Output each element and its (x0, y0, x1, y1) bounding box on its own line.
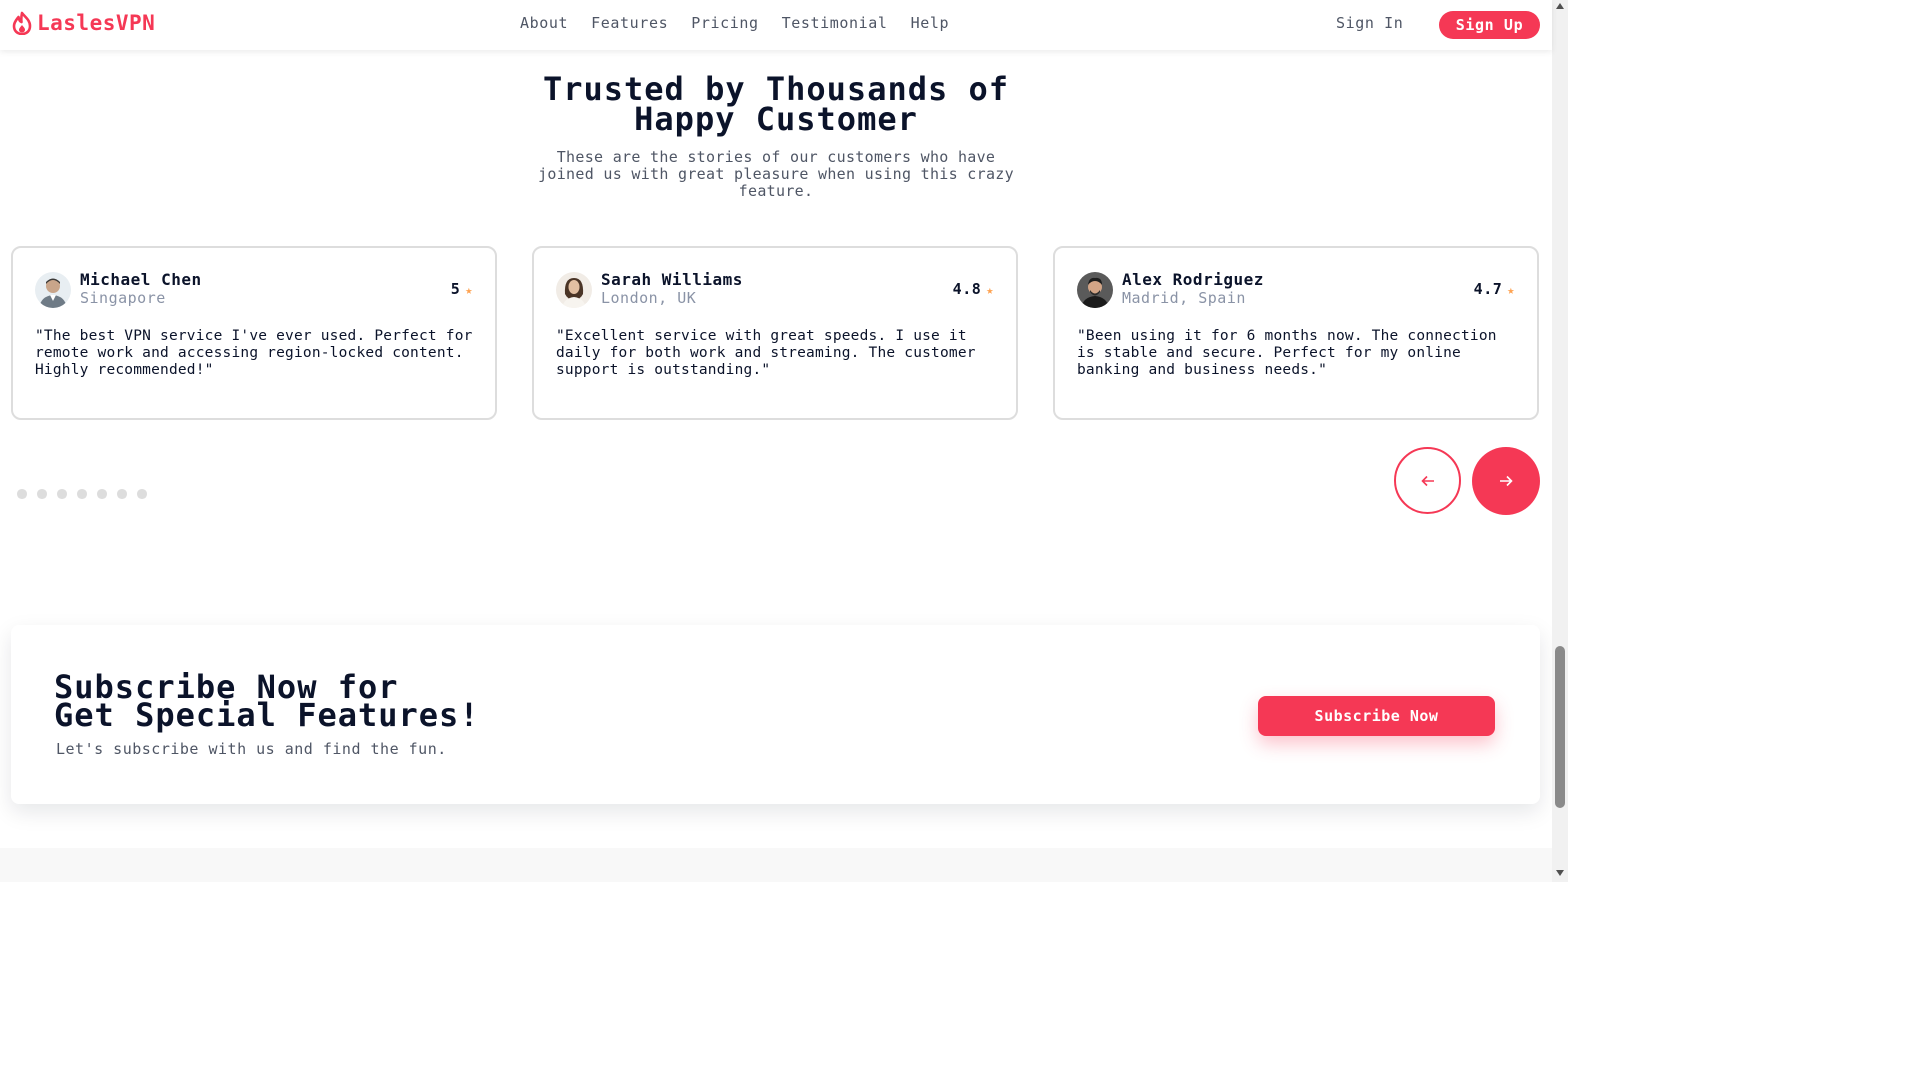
nav-features[interactable]: Features (591, 14, 668, 32)
testimonial-quote: "Been using it for 6 months now. The con… (1077, 328, 1497, 378)
carousel-dot[interactable] (77, 489, 87, 499)
carousel-dots (17, 489, 147, 499)
section-title-line2: Happy Customer (634, 100, 918, 138)
carousel-dot[interactable] (137, 489, 147, 499)
main-nav: About Features Pricing Testimonial Help (520, 14, 949, 32)
reviewer-name: Michael Chen (80, 270, 202, 289)
rating-value: 5 (450, 280, 461, 298)
brand-logo[interactable]: LaslesVPN (11, 11, 155, 35)
star-icon: ★ (465, 283, 473, 297)
scrollbar-thumb[interactable] (1555, 646, 1565, 808)
nav-testimonial[interactable]: Testimonial (782, 14, 888, 32)
section-subtitle: These are the stories of our customers w… (538, 148, 1014, 200)
rating-value: 4.7 (1473, 280, 1503, 298)
nav-about[interactable]: About (520, 14, 568, 32)
carousel-dot[interactable] (57, 489, 67, 499)
reviewer-location: London, UK (601, 289, 697, 307)
nav-help[interactable]: Help (911, 14, 950, 32)
avatar (1077, 272, 1113, 308)
testimonial-quote: "Excellent service with great speeds. I … (556, 328, 976, 378)
testimonial-quote: "The best VPN service I've ever used. Pe… (35, 328, 473, 378)
subscribe-panel: Subscribe Now for Get Special Features! … (11, 625, 1540, 804)
rating: 4.7 ★ (1474, 280, 1515, 298)
rating: 5 ★ (451, 280, 473, 298)
star-icon: ★ (1507, 283, 1515, 297)
arrow-left-icon (1420, 475, 1434, 486)
reviewer-location: Madrid, Spain (1122, 289, 1246, 307)
sign-in-link[interactable]: Sign In (1336, 14, 1403, 32)
subscribe-text: Let's subscribe with us and find the fun… (56, 740, 447, 758)
subscribe-button[interactable]: Subscribe Now (1258, 696, 1495, 736)
page-scrollbar[interactable] (1552, 0, 1568, 882)
footer-band (0, 848, 1552, 882)
carousel-dot[interactable] (37, 489, 47, 499)
reviewer-name: Alex Rodriguez (1122, 270, 1264, 289)
arrow-right-icon (1500, 475, 1513, 487)
section-title: Trusted by Thousands of Happy Customer (0, 73, 1552, 138)
flame-logo-icon (12, 11, 32, 35)
carousel-next-button[interactable] (1472, 447, 1540, 515)
nav-pricing[interactable]: Pricing (691, 14, 758, 32)
testimonial-card: Michael Chen Singapore 5 ★ "The best VPN … (11, 246, 497, 420)
carousel-prev-button[interactable] (1394, 447, 1461, 514)
reviewer-name: Sarah Williams (601, 270, 743, 289)
carousel-dot[interactable] (117, 489, 127, 499)
brand-name: LaslesVPN (37, 11, 156, 35)
scroll-down-arrow-icon[interactable] (1556, 870, 1564, 876)
testimonial-card: Alex Rodriguez Madrid, Spain 4.7 ★ "Been … (1053, 246, 1539, 420)
carousel-dot[interactable] (17, 489, 27, 499)
rating-value: 4.8 (952, 280, 982, 298)
avatar (556, 272, 592, 308)
subscribe-title: Subscribe Now for Get Special Features! (54, 671, 480, 734)
rating: 4.8 ★ (953, 280, 994, 298)
carousel-dot[interactable] (97, 489, 107, 499)
testimonial-card: Sarah Williams London, UK 4.8 ★ "Excellen… (532, 246, 1018, 420)
site-header: LaslesVPN About Features Pricing Testimo… (0, 0, 1552, 50)
sign-up-button[interactable]: Sign Up (1439, 11, 1540, 39)
star-icon: ★ (986, 283, 994, 297)
avatar (35, 272, 71, 308)
scroll-up-arrow-icon[interactable] (1556, 3, 1564, 9)
reviewer-location: Singapore (80, 289, 166, 307)
subscribe-title-line2: Get Special Features! (54, 696, 480, 734)
